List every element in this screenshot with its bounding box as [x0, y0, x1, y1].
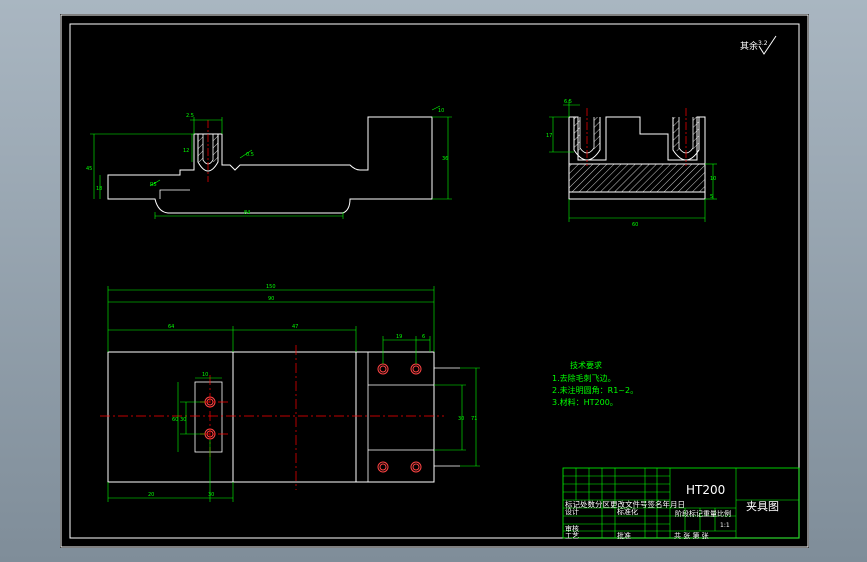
tech-req-item: 1.去除毛刺飞边。: [552, 373, 616, 383]
side-view: 6.5 17 60 10 5: [546, 99, 717, 228]
dim-top-right-inner: 30: [458, 416, 464, 422]
dim-side-slot-h: 17: [546, 133, 552, 139]
approve-label: 批准: [617, 531, 631, 540]
dim-top-bottom-mid: 30: [208, 492, 214, 498]
tech-req-item: 3.材料：HT200。: [552, 397, 618, 407]
process-label: 工艺: [565, 532, 579, 540]
drawing-canvas: 其余 3.2 2.5 12 0.5 45 18 R5 84 36 10 6.5 …: [60, 14, 809, 548]
title-block: HT200 夹具图 标记处数分区更改文件号签名年月日 设计 标准化 阶段标记重量…: [562, 467, 800, 540]
material-label: HT200: [686, 483, 725, 497]
dim-top-hole-pitch: 19: [396, 334, 402, 340]
dim-top-len-left: 64: [168, 324, 174, 330]
dim-top-right-span: 71: [471, 416, 477, 422]
dim-top-total-len: 150: [266, 284, 276, 290]
dim-side-slot-w: 6.5: [564, 99, 572, 105]
roughness-note: 其余: [740, 40, 758, 52]
dim-top-hole-spacing: 30: [180, 417, 186, 423]
tech-req-item: 2.未注明圆角：R1~2。: [552, 385, 638, 395]
dim-front-step-h: 18: [96, 186, 102, 192]
dim-top-side-h: 60: [172, 417, 178, 423]
stage-label: 阶段标记重量比例: [675, 509, 731, 518]
dim-top-len-mid: 47: [292, 324, 298, 330]
drawing-name: 夹具图: [746, 500, 779, 513]
dim-front-bottom-len: 84: [244, 210, 250, 216]
sheets-label: 共 张 第 张: [674, 531, 709, 540]
dim-front-fillet: R5: [150, 182, 157, 188]
dim-front-right-top: 10: [438, 108, 444, 114]
dim-side-width: 60: [632, 222, 638, 228]
tech-requirements: 技术要求 1.去除毛刺飞边。 2.未注明圆角：R1~2。 3.材料：HT200。: [552, 360, 638, 407]
dim-side-base-t: 5: [710, 194, 713, 200]
top-view: 150 90 64 47 19 6 10 30 60 20 30 30 71: [100, 284, 480, 502]
dim-front-right-h: 36: [442, 156, 448, 162]
front-view: 2.5 12 0.5 45 18 R5 84 36 10: [86, 105, 452, 219]
scale-label: 1:1: [720, 522, 730, 529]
dim-top-hole-gap: 6: [422, 334, 425, 340]
dim-front-top-slot: 2.5: [186, 113, 194, 119]
dim-side-base-h: 10: [710, 176, 716, 182]
dim-top-hole-off: 10: [202, 372, 208, 378]
dim-top-len-90: 90: [268, 296, 274, 302]
dim-top-bottom-left: 20: [148, 492, 154, 498]
standardize-label: 标准化: [617, 507, 638, 516]
cad-viewport: 其余 3.2 2.5 12 0.5 45 18 R5 84 36 10 6.5 …: [0, 0, 867, 562]
roughness-symbol: 其余 3.2: [740, 35, 777, 55]
dim-front-chamfer: 0.5: [246, 152, 254, 158]
tech-req-title: 技术要求: [570, 360, 602, 370]
design-label: 设计: [565, 507, 579, 516]
dim-front-slot-depth: 12: [183, 148, 189, 154]
dim-front-total-h: 45: [86, 166, 92, 172]
